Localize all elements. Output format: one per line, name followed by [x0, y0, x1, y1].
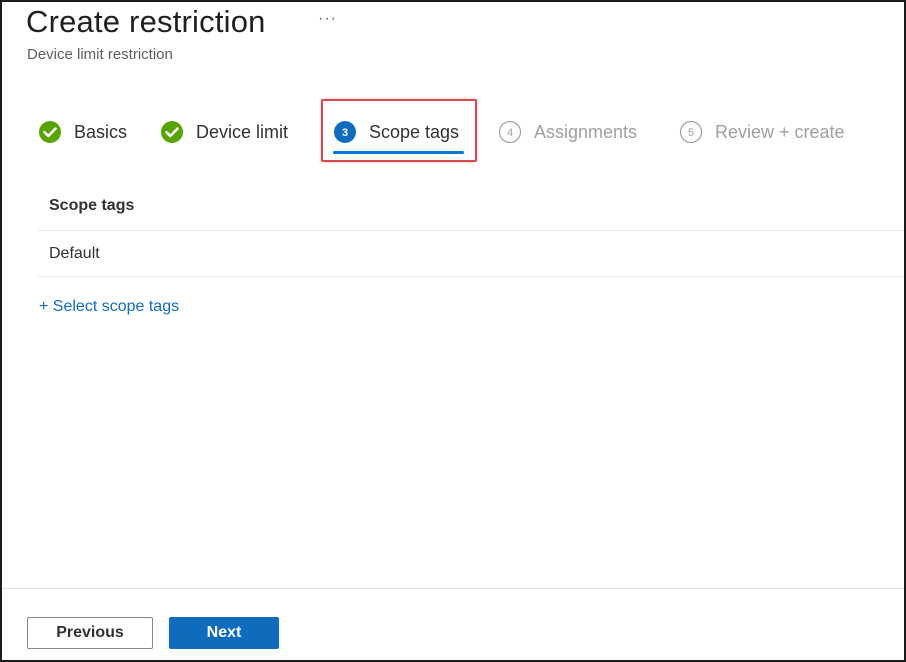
table-header: Scope tags	[38, 182, 904, 231]
step-review-create[interactable]: 5 Review + create	[679, 110, 845, 154]
scope-tags-table: Scope tags Default	[38, 182, 904, 277]
step-label: Review + create	[715, 121, 845, 142]
step-assignments[interactable]: 4 Assignments	[498, 110, 637, 154]
step-number-icon: 4	[498, 120, 522, 144]
step-number-icon: 5	[679, 120, 703, 144]
step-number: 5	[688, 127, 694, 139]
select-scope-tags-link[interactable]: + Select scope tags	[39, 298, 179, 316]
annotation-highlight-box	[321, 99, 477, 162]
step-basics[interactable]: Basics	[38, 110, 127, 154]
step-number: 4	[507, 127, 513, 139]
step-label: Assignments	[534, 121, 638, 142]
page-title: Create restriction	[26, 4, 266, 39]
more-options-icon[interactable]: ···	[318, 10, 337, 28]
page-subtitle: Device limit restriction	[27, 46, 173, 63]
next-button[interactable]: Next	[169, 617, 279, 649]
previous-button[interactable]: Previous	[27, 617, 153, 649]
create-restriction-page: Create restriction ··· Device limit rest…	[0, 0, 906, 662]
table-row[interactable]: Default	[38, 231, 904, 277]
step-device-limit[interactable]: Device limit	[160, 110, 288, 154]
footer-divider	[2, 588, 904, 589]
step-label: Device limit	[196, 121, 289, 142]
check-circle-icon	[39, 121, 61, 143]
step-label: Basics	[74, 121, 128, 142]
check-circle-icon	[161, 121, 183, 143]
